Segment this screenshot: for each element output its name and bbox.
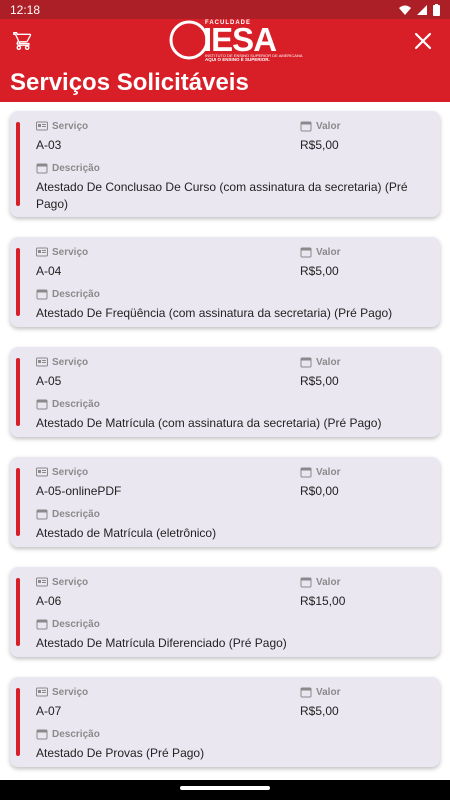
id-card-icon bbox=[36, 357, 48, 367]
calendar-icon bbox=[300, 577, 312, 588]
service-code: A-05-onlinePDF bbox=[36, 484, 122, 498]
service-label: Serviço bbox=[52, 246, 89, 258]
service-label: Serviço bbox=[52, 120, 89, 132]
service-description: Atestado De Matrícula Diferenciado (Pré … bbox=[36, 636, 287, 650]
description-label: Descrição bbox=[52, 618, 100, 630]
service-code: A-06 bbox=[36, 594, 62, 608]
service-label: Serviço bbox=[52, 356, 89, 368]
logo-slogan: AQUI O ENSINO É SUPERIOR. bbox=[205, 57, 270, 62]
page-title: Serviços Solicitáveis bbox=[10, 69, 249, 96]
navigation-bar bbox=[0, 780, 450, 800]
card-accent-bar bbox=[16, 688, 20, 756]
calendar-icon bbox=[36, 509, 48, 520]
close-icon[interactable] bbox=[414, 32, 432, 50]
calendar-icon bbox=[300, 121, 312, 132]
service-description: Atestado de Matrícula (eletrônico) bbox=[36, 526, 217, 540]
battery-icon bbox=[433, 3, 440, 16]
calendar-icon bbox=[300, 247, 312, 258]
home-gesture-handle[interactable] bbox=[180, 786, 270, 790]
calendar-icon bbox=[36, 399, 48, 410]
service-code: A-07 bbox=[36, 704, 62, 718]
description-label: Descrição bbox=[52, 398, 100, 410]
value-label: Valor bbox=[316, 686, 341, 698]
service-label: Serviço bbox=[52, 576, 89, 588]
id-card-icon bbox=[36, 687, 48, 697]
service-card[interactable]: Serviço Valor A-05-onlinePDF R$0,00 Desc… bbox=[10, 457, 440, 547]
calendar-icon bbox=[300, 467, 312, 478]
calendar-icon bbox=[300, 357, 312, 368]
status-bar: 12:18 bbox=[0, 0, 450, 19]
service-card[interactable]: Serviço Valor A-05 R$5,00 Descrição Ates… bbox=[10, 347, 440, 437]
card-accent-bar bbox=[16, 358, 20, 426]
service-description: Atestado De Matrícula (com assinatura da… bbox=[36, 416, 382, 430]
service-price: R$15,00 bbox=[300, 594, 346, 608]
description-label: Descrição bbox=[52, 508, 100, 520]
service-price: R$0,00 bbox=[300, 484, 339, 498]
calendar-icon bbox=[36, 163, 48, 174]
service-price: R$5,00 bbox=[300, 264, 339, 278]
signal-icon bbox=[417, 4, 427, 15]
service-code: A-05 bbox=[36, 374, 62, 388]
status-time: 12:18 bbox=[10, 2, 41, 17]
card-accent-bar bbox=[16, 248, 20, 316]
value-label: Valor bbox=[316, 356, 341, 368]
service-description: Atestado De Provas (Pré Pago) bbox=[36, 746, 205, 760]
service-price: R$5,00 bbox=[300, 138, 339, 152]
calendar-icon bbox=[36, 289, 48, 300]
service-card[interactable]: Serviço Valor A-06 R$15,00 Descrição Ate… bbox=[10, 567, 440, 657]
service-card[interactable]: Serviço Valor A-07 R$5,00 Descrição Ates… bbox=[10, 677, 440, 767]
id-card-icon bbox=[36, 467, 48, 477]
value-label: Valor bbox=[316, 120, 341, 132]
calendar-icon bbox=[36, 729, 48, 740]
service-label: Serviço bbox=[52, 686, 89, 698]
calendar-icon bbox=[300, 687, 312, 698]
value-label: Valor bbox=[316, 246, 341, 258]
calendar-icon bbox=[36, 619, 48, 630]
card-accent-bar bbox=[16, 122, 20, 206]
service-price: R$5,00 bbox=[300, 704, 339, 718]
cart-icon[interactable] bbox=[13, 31, 33, 51]
wifi-icon bbox=[399, 5, 411, 15]
service-code: A-04 bbox=[36, 264, 62, 278]
service-description: Atestado De Conclusao De Curso (com assi… bbox=[36, 180, 408, 211]
service-card[interactable]: Serviço Valor A-03 R$5,00 Descrição Ates… bbox=[10, 111, 440, 217]
description-label: Descrição bbox=[52, 162, 100, 174]
service-label: Serviço bbox=[52, 466, 89, 478]
service-code: A-03 bbox=[36, 138, 62, 152]
service-description: Atestado De Freqüência (com assinatura d… bbox=[36, 306, 393, 320]
id-card-icon bbox=[36, 577, 48, 587]
app-bar: FACULDADE IESA INSTITUTO DE ENSINO SUPER… bbox=[0, 19, 450, 102]
card-accent-bar bbox=[16, 578, 20, 646]
services-list: Serviço Valor A-03 R$5,00 Descrição Ates… bbox=[0, 102, 450, 780]
description-label: Descrição bbox=[52, 288, 100, 300]
value-label: Valor bbox=[316, 466, 341, 478]
card-accent-bar bbox=[16, 468, 20, 536]
value-label: Valor bbox=[316, 576, 341, 588]
description-label: Descrição bbox=[52, 728, 100, 740]
service-card[interactable]: Serviço Valor A-04 R$5,00 Descrição Ates… bbox=[10, 237, 440, 327]
service-price: R$5,00 bbox=[300, 374, 339, 388]
id-card-icon bbox=[36, 121, 48, 131]
id-card-icon bbox=[36, 247, 48, 257]
